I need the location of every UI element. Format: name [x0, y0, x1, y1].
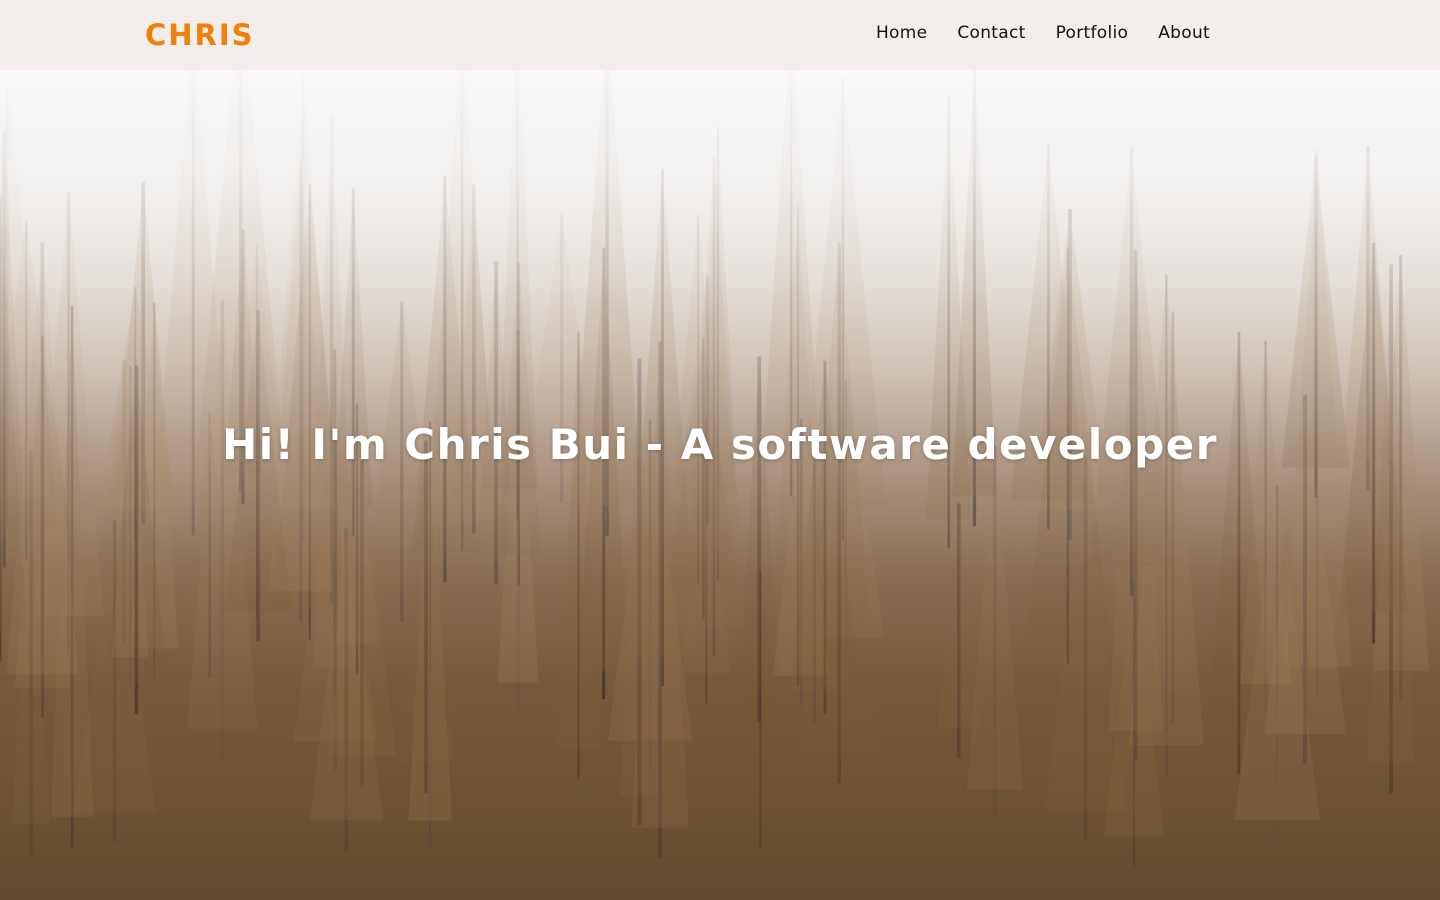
nav-link-portfolio[interactable]: Portfolio	[1056, 23, 1129, 43]
nav-link-contact[interactable]: Contact	[957, 23, 1025, 43]
fog-overlay	[0, 70, 1440, 900]
hero-section: Hi! I'm Chris Bui - A software developer	[0, 70, 1440, 900]
nav-menu: Home Contact Portfolio About	[876, 20, 1210, 46]
nav-link-about[interactable]: About	[1158, 23, 1210, 43]
nav-item-about: About	[1158, 20, 1210, 46]
nav-item-portfolio: Portfolio	[1056, 20, 1129, 46]
navbar: CHRIS Home Contact Portfolio About	[0, 0, 1440, 70]
hero-title: Hi! I'm Chris Bui - A software developer	[222, 420, 1218, 469]
nav-link-home[interactable]: Home	[876, 23, 927, 43]
brand-logo[interactable]: CHRIS	[145, 15, 255, 55]
nav-item-contact: Contact	[957, 20, 1025, 46]
nav-item-home: Home	[876, 20, 927, 46]
